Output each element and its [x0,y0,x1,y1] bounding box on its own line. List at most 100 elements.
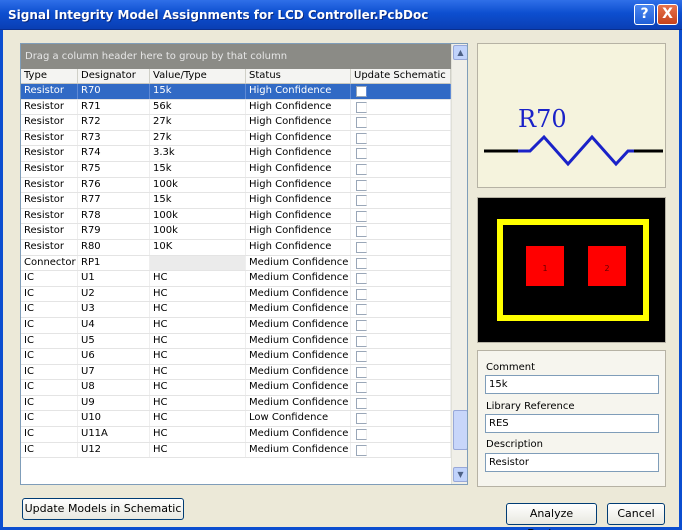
cell-type[interactable]: IC [21,286,78,302]
cell-type[interactable]: Resistor [21,115,78,130]
table-row[interactable]: IC U3 HC Medium Confidence [21,302,451,318]
column-header-designator[interactable]: Designator [78,69,150,83]
update-schematic-checkbox[interactable] [356,148,367,160]
update-schematic-checkbox[interactable] [356,444,367,456]
table-row[interactable]: Resistor R79 100k High Confidence [21,224,451,240]
cell-type[interactable]: Resistor [21,239,78,255]
cell-designator[interactable]: U7 [78,364,150,380]
cell-status[interactable]: High Confidence [246,224,351,239]
cell-status[interactable]: Medium Confidence [246,286,351,302]
cell-value-type[interactable]: HC [150,427,246,442]
cell-type[interactable]: IC [21,442,78,458]
cell-status[interactable]: Medium Confidence [246,442,351,458]
cell-type[interactable]: IC [21,395,78,411]
table-row[interactable]: Resistor R75 15k High Confidence [21,161,451,178]
library-reference-field[interactable]: RES [485,414,659,433]
cell-value-type[interactable]: HC [150,317,246,333]
comment-field[interactable]: 15k [485,375,659,394]
cell-type[interactable]: IC [21,411,78,427]
analyze-design-button[interactable]: Analyze Design... [506,503,597,530]
cell-type[interactable]: IC [21,317,78,333]
column-header-value-type[interactable]: Value/Type [150,69,246,83]
cell-type[interactable]: Resistor [21,177,78,193]
cell-value-type[interactable]: 100k [150,208,246,224]
cell-status[interactable]: High Confidence [246,115,351,130]
cell-status[interactable]: Medium Confidence [246,255,351,271]
cell-designator[interactable]: U12 [78,442,150,458]
update-models-button[interactable]: Update Models in Schematic [22,498,184,520]
cell-designator[interactable]: U11A [78,427,150,442]
cell-value-type[interactable]: HC [150,442,246,458]
cell-status[interactable]: Medium Confidence [246,349,351,364]
cell-status[interactable]: High Confidence [246,208,351,224]
cell-value-type[interactable]: 15k [150,193,246,208]
cell-value-type[interactable]: 56k [150,99,246,115]
update-schematic-checkbox[interactable] [356,101,367,113]
cell-status[interactable]: Medium Confidence [246,333,351,349]
cell-designator[interactable]: R76 [78,177,150,193]
table-row[interactable]: Resistor R70 15k High Confidence [21,84,451,100]
grid-vertical-scrollbar[interactable]: ▲ ▼ [451,44,467,484]
update-schematic-checkbox[interactable] [356,413,367,425]
update-schematic-checkbox[interactable] [356,195,367,207]
table-row[interactable]: IC U9 HC Medium Confidence [21,395,451,412]
update-schematic-checkbox[interactable] [356,241,367,253]
cell-value-type[interactable]: HC [150,349,246,364]
update-schematic-checkbox[interactable] [356,273,367,285]
table-row[interactable]: Resistor R72 27k High Confidence [21,115,451,131]
cell-type[interactable]: IC [21,364,78,380]
cell-type[interactable]: Resistor [21,208,78,224]
cell-type[interactable]: Resistor [21,130,78,146]
table-row[interactable]: Resistor R73 27k High Confidence [21,130,451,147]
cell-designator[interactable]: R80 [78,239,150,255]
cell-value-type[interactable]: HC [150,271,246,286]
cell-type[interactable]: IC [21,333,78,349]
update-schematic-checkbox[interactable] [356,304,367,316]
table-row[interactable]: Resistor R77 15k High Confidence [21,193,451,209]
update-schematic-checkbox[interactable] [356,288,367,300]
cell-status[interactable]: Medium Confidence [246,271,351,286]
cell-designator[interactable]: R77 [78,193,150,208]
scroll-thumb[interactable] [453,410,467,450]
table-row[interactable]: IC U11A HC Medium Confidence [21,427,451,443]
table-row[interactable]: Connector RP1 Medium Confidence [21,255,451,272]
cell-type[interactable]: IC [21,271,78,286]
column-header-update-schematic[interactable]: Update Schematic [351,69,451,83]
update-schematic-checkbox[interactable] [356,179,367,191]
table-row[interactable]: IC U2 HC Medium Confidence [21,286,451,303]
table-row[interactable]: IC U1 HC Medium Confidence [21,271,451,287]
cell-designator[interactable]: R74 [78,146,150,161]
group-by-area[interactable]: Drag a column header here to group by th… [21,44,451,69]
update-schematic-checkbox[interactable] [356,132,367,144]
cell-status[interactable]: High Confidence [246,193,351,208]
cell-type[interactable]: Resistor [21,84,78,99]
cell-type[interactable]: IC [21,380,78,395]
table-row[interactable]: IC U7 HC Medium Confidence [21,364,451,381]
table-row[interactable]: Resistor R78 100k High Confidence [21,208,451,225]
cancel-button[interactable]: Cancel [607,503,665,525]
cell-status[interactable]: Medium Confidence [246,395,351,411]
cell-designator[interactable]: R79 [78,224,150,239]
table-row[interactable]: IC U4 HC Medium Confidence [21,317,451,334]
cell-designator[interactable]: U4 [78,317,150,333]
cell-value-type[interactable]: 10K [150,239,246,255]
update-schematic-checkbox[interactable] [356,210,367,222]
update-schematic-checkbox[interactable] [356,382,367,394]
table-row[interactable]: IC U12 HC Medium Confidence [21,442,451,459]
cell-value-type[interactable]: HC [150,286,246,302]
cell-value-type[interactable]: 100k [150,177,246,193]
table-row[interactable]: Resistor R71 56k High Confidence [21,99,451,116]
table-row[interactable]: Resistor R74 3.3k High Confidence [21,146,451,162]
cell-designator[interactable]: R73 [78,130,150,146]
close-button[interactable]: X [657,4,678,25]
cell-designator[interactable]: U10 [78,411,150,427]
cell-designator[interactable]: U1 [78,271,150,286]
table-row[interactable]: IC U5 HC Medium Confidence [21,333,451,350]
table-row[interactable]: IC U10 HC Low Confidence [21,411,451,428]
cell-status[interactable]: High Confidence [246,99,351,115]
cell-type[interactable]: IC [21,349,78,364]
description-field[interactable]: Resistor [485,453,659,472]
cell-designator[interactable]: R71 [78,99,150,115]
cell-type[interactable]: IC [21,427,78,442]
update-schematic-checkbox[interactable] [356,226,367,238]
